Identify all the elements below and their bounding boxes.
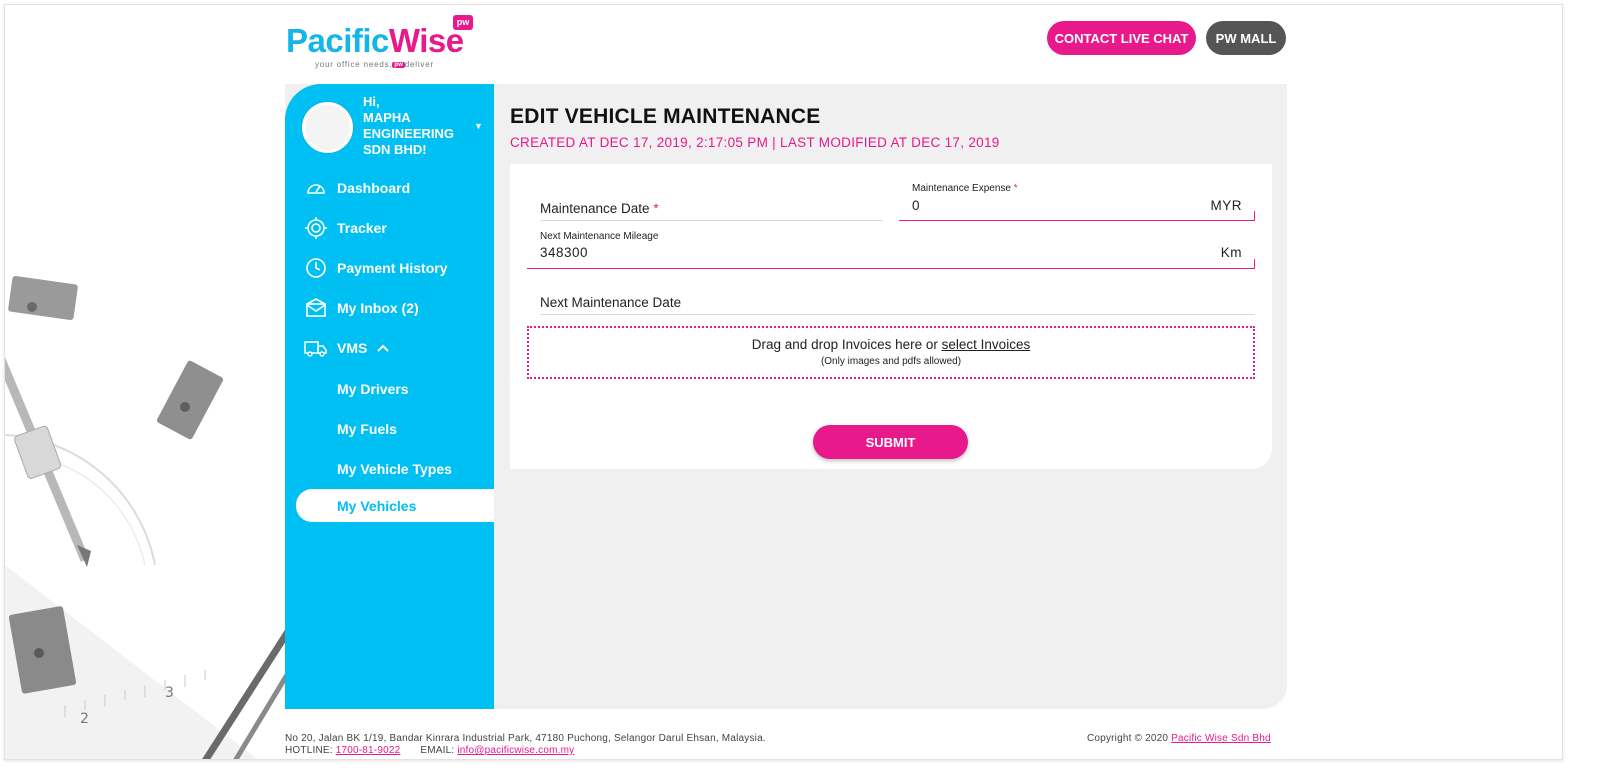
page-subtitle-timestamps: CREATED AT DEC 17, 2019, 2:17:05 PM | LA… (510, 135, 1000, 150)
logo-wordmark: PacificWise (286, 22, 464, 59)
sidebar-item-vms[interactable]: VMS (285, 328, 494, 368)
next-maintenance-mileage-label: Next Maintenance Mileage (540, 231, 659, 242)
tracker-target-icon (304, 216, 328, 240)
user-greeting[interactable]: Hi, MAPHA ENGINEERING SDN BHD! (363, 94, 468, 158)
maintenance-expense-label: Maintenance Expense * (912, 183, 1018, 194)
field-underline (899, 220, 1255, 221)
sidebar-item-label: Tracker (337, 220, 387, 236)
svg-text:2: 2 (80, 711, 89, 727)
sidebar-item-label: My Vehicles (337, 497, 417, 514)
footer-contact: No 20, Jalan BK 1/19, Bandar Kinrara Ind… (285, 733, 766, 757)
sidebar-item-dashboard[interactable]: Dashboard (285, 168, 494, 208)
sidebar-item-label: Dashboard (337, 180, 411, 196)
dropzone-file-type-note: (Only images and pdfs allowed) (820, 356, 962, 367)
maintenance-form-card: Maintenance Date * Maintenance Expense *… (510, 164, 1272, 469)
footer-hotline-label: HOTLINE: (285, 745, 333, 756)
stationery-background-image: 3 2 (5, 5, 305, 759)
user-avatar[interactable] (302, 102, 353, 153)
next-maintenance-mileage-input[interactable]: 348300 (540, 245, 588, 260)
sidebar-item-label: My Fuels (337, 421, 397, 437)
footer-company-link[interactable]: Pacific Wise Sdn Bhd (1171, 733, 1271, 744)
app-window: 3 2 PacificWise pw your office needs, pw d… (4, 4, 1563, 760)
sidebar-item-my-vehicle-types[interactable]: My Vehicle Types (285, 449, 494, 489)
sidebar-item-label: My Vehicle Types (337, 461, 452, 477)
envelope-icon (304, 296, 328, 320)
contact-live-chat-button[interactable]: CONTACT LIVE CHAT (1047, 21, 1196, 55)
footer-email-label: EMAIL: (420, 745, 455, 756)
next-maintenance-date-label: Next Maintenance Date (540, 295, 682, 310)
invoice-dropzone[interactable]: Drag and drop Invoices here or select In… (527, 326, 1255, 379)
truck-icon (304, 336, 328, 360)
sidebar-item-label: My Drivers (337, 381, 409, 397)
footer-hotline-link[interactable]: 1700-81-9022 (336, 745, 401, 756)
sidebar-item-payment-history[interactable]: Payment History (285, 248, 494, 288)
sidebar: Hi, MAPHA ENGINEERING SDN BHD! ▼ Dashboa… (285, 84, 494, 709)
submit-button[interactable]: SUBMIT (813, 425, 968, 459)
field-underline (540, 314, 1255, 315)
dropzone-instructions: Drag and drop Invoices here or select In… (751, 337, 1031, 352)
field-edge-tick (1254, 211, 1255, 220)
maintenance-date-field[interactable]: Maintenance Date * (540, 199, 882, 221)
maintenance-expense-field[interactable]: Maintenance Expense * 0 MYR (899, 180, 1255, 221)
next-maintenance-mileage-field[interactable]: Next Maintenance Mileage 348300 Km (527, 228, 1255, 269)
logo-pw-badge: pw (453, 15, 473, 30)
field-underline (527, 268, 1255, 269)
select-invoices-link[interactable]: select Invoices (942, 337, 1031, 352)
pacificwise-logo[interactable]: PacificWise pw your office needs, pw deliv… (286, 15, 476, 71)
pw-mall-button[interactable]: PW MALL (1206, 21, 1286, 55)
clock-history-icon (304, 256, 328, 280)
user-menu-caret-icon[interactable]: ▼ (474, 121, 483, 131)
logo-tagline: your office needs, pw deliver (315, 60, 434, 69)
sidebar-item-my-fuels[interactable]: My Fuels (285, 409, 494, 449)
mileage-unit-label: Km (1220, 245, 1242, 260)
user-company-name: MAPHA ENGINEERING SDN BHD! (363, 110, 455, 157)
sidebar-item-label: VMS (337, 340, 368, 356)
footer-copyright: Copyright © 2020 Pacific Wise Sdn Bhd (1087, 733, 1271, 744)
field-edge-tick (1254, 259, 1255, 268)
footer-address: No 20, Jalan BK 1/19, Bandar Kinrara Ind… (285, 733, 766, 744)
maintenance-date-label: Maintenance Date * (540, 201, 659, 216)
next-maintenance-date-field[interactable]: Next Maintenance Date (540, 294, 1255, 316)
sidebar-item-inbox[interactable]: My Inbox (2) (285, 288, 494, 328)
page-title: EDIT VEHICLE MAINTENANCE (510, 105, 821, 128)
maintenance-expense-input[interactable]: 0 (912, 198, 920, 213)
sidebar-item-tracker[interactable]: Tracker (285, 208, 494, 248)
svg-text:3: 3 (165, 685, 174, 701)
sidebar-item-my-drivers[interactable]: My Drivers (285, 369, 494, 409)
sidebar-item-my-vehicles[interactable]: My Vehicles (296, 489, 494, 522)
field-underline (540, 220, 882, 221)
currency-unit-label: MYR (1210, 198, 1242, 213)
chevron-up-icon[interactable] (377, 340, 389, 356)
sidebar-item-label: My Inbox (2) (337, 300, 419, 316)
dashboard-gauge-icon (304, 176, 328, 200)
sidebar-item-label: Payment History (337, 260, 448, 276)
footer-email-link[interactable]: info@pacificwise.com.my (457, 745, 574, 756)
